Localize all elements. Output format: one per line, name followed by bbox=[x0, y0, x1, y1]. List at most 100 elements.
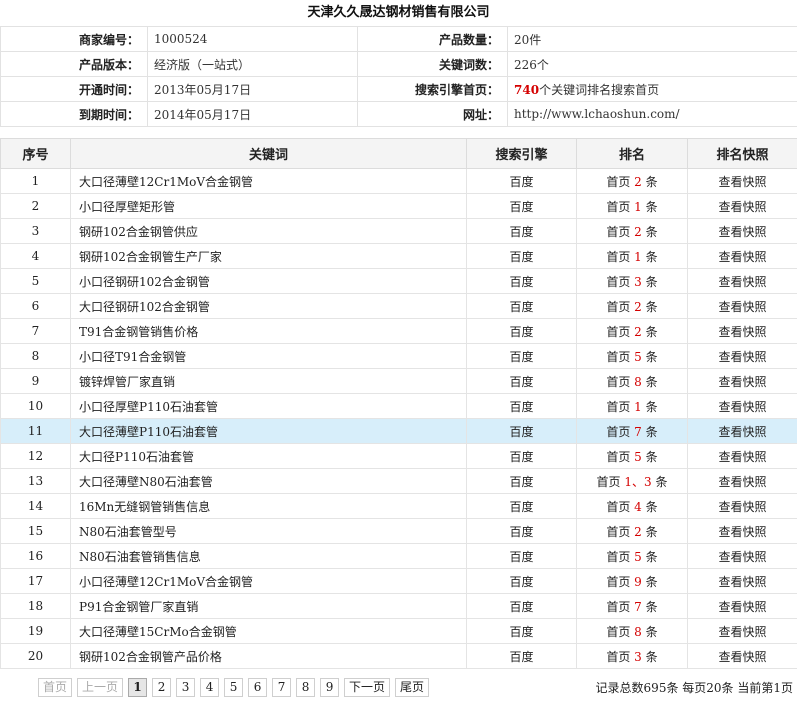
page-number-button[interactable]: 2 bbox=[152, 678, 172, 697]
view-snapshot-link[interactable]: 查看快照 bbox=[687, 493, 797, 519]
next-page-button[interactable]: 下一页 bbox=[344, 678, 391, 697]
table-row: 17 小口径薄壁12Cr1MoV合金钢管 百度 首页 9 条查看快照 bbox=[0, 568, 797, 594]
rank-suffix: 条 bbox=[645, 649, 658, 664]
row-number: 6 bbox=[0, 293, 71, 319]
row-engine: 百度 bbox=[466, 518, 577, 544]
view-snapshot-link[interactable]: 查看快照 bbox=[687, 518, 797, 544]
row-number: 12 bbox=[0, 443, 71, 469]
row-engine: 百度 bbox=[466, 393, 577, 419]
row-rank: 首页 2 条 bbox=[576, 318, 688, 344]
row-rank: 首页 7 条 bbox=[576, 418, 688, 444]
col-header-engine: 搜索引擎 bbox=[466, 138, 577, 169]
rank-suffix: 条 bbox=[645, 224, 658, 239]
page-number-button[interactable]: 6 bbox=[248, 678, 268, 697]
row-number: 20 bbox=[0, 643, 71, 669]
page-number-button[interactable]: 3 bbox=[176, 678, 196, 697]
row-rank: 首页 2 条 bbox=[576, 218, 688, 244]
rank-number: 2 bbox=[634, 324, 642, 339]
table-row: 4 钢研102合金钢管生产厂家 百度 首页 1 条查看快照 bbox=[0, 243, 797, 269]
search-first-value: 740个关键词排名搜索首页 bbox=[507, 76, 797, 102]
row-engine: 百度 bbox=[466, 543, 577, 569]
row-number: 10 bbox=[0, 393, 71, 419]
rank-prefix: 首页 bbox=[606, 399, 631, 414]
row-keyword: 小口径厚壁矩形管 bbox=[70, 193, 467, 219]
merchant-id-value: 1000524 bbox=[147, 26, 358, 52]
view-snapshot-link[interactable]: 查看快照 bbox=[687, 168, 797, 194]
view-snapshot-link[interactable]: 查看快照 bbox=[687, 318, 797, 344]
page-number-button[interactable]: 5 bbox=[224, 678, 244, 697]
row-engine: 百度 bbox=[466, 368, 577, 394]
table-row: 10 小口径厚壁P110石油套管 百度 首页 1 条查看快照 bbox=[0, 393, 797, 419]
row-number: 15 bbox=[0, 518, 71, 544]
row-engine: 百度 bbox=[466, 293, 577, 319]
view-snapshot-link[interactable]: 查看快照 bbox=[687, 443, 797, 469]
row-number: 2 bbox=[0, 193, 71, 219]
table-row: 16 N80石油套管销售信息 百度 首页 5 条查看快照 bbox=[0, 543, 797, 569]
view-snapshot-link[interactable]: 查看快照 bbox=[687, 543, 797, 569]
record-summary: 记录总数695条 每页20条 当前第1页 bbox=[595, 681, 793, 695]
view-snapshot-link[interactable]: 查看快照 bbox=[687, 293, 797, 319]
row-keyword: 大口径P110石油套管 bbox=[70, 443, 467, 469]
view-snapshot-link[interactable]: 查看快照 bbox=[687, 568, 797, 594]
table-row: 6 大口径钢研102合金钢管 百度 首页 2 条查看快照 bbox=[0, 293, 797, 319]
row-number: 1 bbox=[0, 168, 71, 194]
rank-suffix: 条 bbox=[645, 449, 658, 464]
row-number: 14 bbox=[0, 493, 71, 519]
row-engine: 百度 bbox=[466, 318, 577, 344]
view-snapshot-link[interactable]: 查看快照 bbox=[687, 193, 797, 219]
first-page-button[interactable]: 首页 bbox=[38, 678, 73, 697]
rank-number: 5 bbox=[634, 549, 642, 564]
search-first-label: 搜索引擎首页： bbox=[357, 76, 508, 102]
table-row: 3 钢研102合金钢管供应 百度 首页 2 条查看快照 bbox=[0, 218, 797, 244]
col-header-snapshot: 排名快照 bbox=[687, 138, 797, 169]
row-rank: 首页 2 条 bbox=[576, 293, 688, 319]
table-row: 15 N80石油套管型号 百度 首页 2 条查看快照 bbox=[0, 518, 797, 544]
page-number-button[interactable]: 4 bbox=[200, 678, 220, 697]
view-snapshot-link[interactable]: 查看快照 bbox=[687, 268, 797, 294]
last-page-button[interactable]: 尾页 bbox=[395, 678, 430, 697]
rank-prefix: 首页 bbox=[606, 374, 631, 389]
rank-suffix: 条 bbox=[645, 424, 658, 439]
view-snapshot-link[interactable]: 查看快照 bbox=[687, 468, 797, 494]
row-number: 18 bbox=[0, 593, 71, 619]
row-keyword: 镀锌焊管厂家直销 bbox=[70, 368, 467, 394]
prev-page-button[interactable]: 上一页 bbox=[77, 678, 124, 697]
website-label: 网址： bbox=[357, 101, 508, 127]
row-number: 17 bbox=[0, 568, 71, 594]
rank-number: 1 bbox=[634, 199, 642, 214]
rank-suffix: 条 bbox=[645, 549, 658, 564]
view-snapshot-link[interactable]: 查看快照 bbox=[687, 343, 797, 369]
view-snapshot-link[interactable]: 查看快照 bbox=[687, 593, 797, 619]
page-number-button[interactable]: 7 bbox=[272, 678, 292, 697]
rank-suffix: 条 bbox=[645, 599, 658, 614]
row-engine: 百度 bbox=[466, 643, 577, 669]
website-link[interactable]: http://www.lchaoshun.com/ bbox=[507, 101, 797, 127]
company-title: 天津久久晟达钢材销售有限公司 bbox=[307, 5, 490, 20]
row-engine: 百度 bbox=[466, 193, 577, 219]
search-first-text: 个关键词排名搜索首页 bbox=[539, 82, 660, 97]
rank-number: 8 bbox=[634, 624, 642, 639]
page-number-button[interactable]: 1 bbox=[128, 678, 148, 697]
rank-suffix: 条 bbox=[645, 324, 658, 339]
rank-number: 2 bbox=[634, 224, 642, 239]
view-snapshot-link[interactable]: 查看快照 bbox=[687, 643, 797, 669]
rank-suffix: 条 bbox=[645, 349, 658, 364]
view-snapshot-link[interactable]: 查看快照 bbox=[687, 368, 797, 394]
view-snapshot-link[interactable]: 查看快照 bbox=[687, 218, 797, 244]
rank-suffix: 条 bbox=[645, 399, 658, 414]
view-snapshot-link[interactable]: 查看快照 bbox=[687, 618, 797, 644]
page-number-button[interactable]: 9 bbox=[320, 678, 340, 697]
rank-suffix: 条 bbox=[645, 174, 658, 189]
page-number-button[interactable]: 8 bbox=[296, 678, 316, 697]
rank-suffix: 条 bbox=[645, 274, 658, 289]
keyword-count-label: 关键词数： bbox=[357, 51, 508, 77]
rank-prefix: 首页 bbox=[606, 599, 631, 614]
view-snapshot-link[interactable]: 查看快照 bbox=[687, 243, 797, 269]
row-rank: 首页 2 条 bbox=[576, 168, 688, 194]
view-snapshot-link[interactable]: 查看快照 bbox=[687, 393, 797, 419]
view-snapshot-link[interactable]: 查看快照 bbox=[687, 418, 797, 444]
row-keyword: 大口径薄壁N80石油套管 bbox=[70, 468, 467, 494]
rank-prefix: 首页 bbox=[606, 199, 631, 214]
rank-prefix: 首页 bbox=[606, 274, 631, 289]
table-row: 1 大口径薄壁12Cr1MoV合金钢管 百度 首页 2 条查看快照 bbox=[0, 168, 797, 194]
